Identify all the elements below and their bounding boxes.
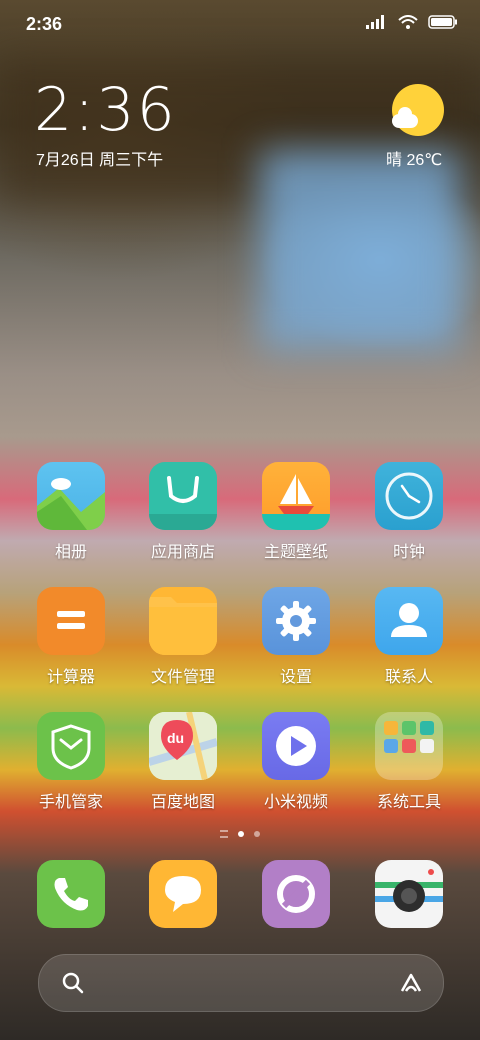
weather-text: 晴 26℃	[386, 152, 443, 169]
system-tools-folder-icon	[375, 712, 443, 780]
baidu-maps-icon: du	[149, 712, 217, 780]
dock-browser[interactable]	[241, 860, 351, 928]
security-icon	[37, 712, 105, 780]
folder-system-tools[interactable]: 系统工具	[354, 712, 464, 812]
wallpaper-blur	[260, 150, 460, 350]
settings-icon	[262, 587, 330, 655]
app-themes[interactable]: 主题壁纸	[241, 462, 351, 562]
dock-phone[interactable]	[16, 860, 126, 928]
app-settings[interactable]: 设置	[241, 587, 351, 687]
page-list-indicator-icon[interactable]	[220, 830, 228, 838]
gallery-icon	[37, 462, 105, 530]
wifi-icon	[398, 15, 418, 29]
messages-icon	[149, 860, 217, 928]
status-icons	[366, 15, 458, 29]
app-label: 联系人	[384, 669, 433, 686]
app-label: 手机管家	[38, 794, 103, 811]
signal-icon	[366, 15, 384, 29]
dock-camera[interactable]	[354, 860, 464, 928]
app-gallery[interactable]: 相册	[16, 462, 126, 562]
status-time: 2:36	[26, 14, 63, 34]
app-label: 计算器	[46, 669, 95, 686]
app-label: 时钟	[392, 544, 425, 561]
status-bar: 2:36	[0, 0, 480, 50]
video-icon	[262, 712, 330, 780]
page-dot-active[interactable]	[238, 831, 244, 837]
app-clock[interactable]: 时钟	[354, 462, 464, 562]
camera-icon	[375, 860, 443, 928]
app-store-icon	[149, 462, 217, 530]
contacts-icon	[375, 587, 443, 655]
app-label: 设置	[279, 669, 312, 686]
page-indicator[interactable]	[0, 830, 480, 838]
app-label: 相册	[54, 544, 87, 561]
app-file-manager[interactable]: 文件管理	[128, 587, 238, 687]
app-label: 主题壁纸	[263, 544, 328, 561]
app-label: 文件管理	[150, 669, 215, 686]
app-security[interactable]: 手机管家	[16, 712, 126, 812]
clock-widget-date: 7月26日 周三下午	[36, 152, 164, 169]
app-label: 百度地图	[150, 794, 215, 811]
dock-messages[interactable]	[128, 860, 238, 928]
themes-icon	[262, 462, 330, 530]
phone-icon	[37, 860, 105, 928]
app-label: 应用商店	[150, 544, 215, 561]
clock-icon	[375, 462, 443, 530]
search-bar[interactable]	[38, 954, 444, 1012]
app-label: 系统工具	[376, 794, 441, 811]
app-label: 小米视频	[263, 794, 328, 811]
assistant-icon[interactable]	[397, 969, 425, 997]
cloud-icon	[392, 107, 418, 128]
file-manager-icon	[149, 587, 217, 655]
browser-icon	[262, 860, 330, 928]
page-dot[interactable]	[254, 831, 260, 837]
search-icon[interactable]	[61, 971, 85, 995]
battery-icon	[428, 15, 457, 29]
app-calculator[interactable]: 计算器	[16, 587, 126, 687]
clock-widget-time[interactable]: 2:36	[34, 78, 177, 142]
app-baidu-maps[interactable]: du 百度地图	[128, 712, 238, 812]
calculator-icon	[37, 587, 105, 655]
app-store[interactable]: 应用商店	[128, 462, 238, 562]
app-video[interactable]: 小米视频	[241, 712, 351, 812]
app-contacts[interactable]: 联系人	[354, 587, 464, 687]
baidu-badge-text: du	[167, 730, 185, 746]
